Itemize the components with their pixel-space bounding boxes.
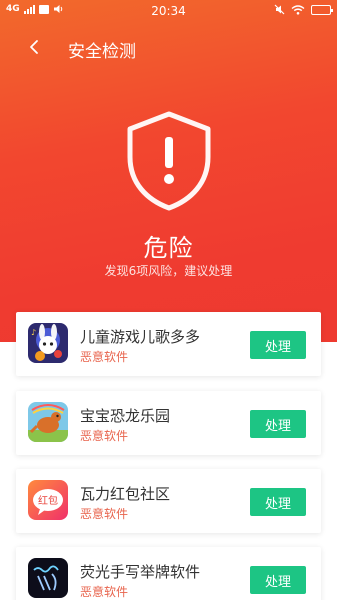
shield-warning-icon bbox=[124, 111, 214, 211]
malware-tag: 恶意软件 bbox=[80, 507, 129, 521]
status-right bbox=[274, 4, 333, 15]
risk-level-title: 危险 bbox=[143, 234, 194, 262]
handle-button[interactable]: 处理 bbox=[250, 410, 306, 438]
back-button[interactable] bbox=[20, 32, 48, 62]
malware-tag: 恶意软件 bbox=[80, 429, 129, 443]
dinosaur-app-icon bbox=[28, 402, 68, 442]
wifi-icon bbox=[291, 4, 305, 15]
list-item: ♪ 儿童游戏儿歌多多 恶意软件 处理 bbox=[16, 312, 321, 376]
malware-tag: 恶意软件 bbox=[80, 350, 129, 364]
mute-icon bbox=[274, 4, 285, 15]
app-name: 瓦力红包社区 bbox=[80, 485, 171, 503]
app-name: 儿童游戏儿歌多多 bbox=[80, 328, 201, 346]
handle-button[interactable]: 处理 bbox=[250, 331, 306, 359]
list-item: 荧光手写举牌软件 恶意软件 处理 bbox=[16, 547, 321, 600]
list-item: 宝宝恐龙乐园 恶意软件 处理 bbox=[16, 391, 321, 455]
app-name: 宝宝恐龙乐园 bbox=[80, 407, 171, 425]
handwriting-app-icon bbox=[28, 558, 68, 598]
app-name: 荧光手写举牌软件 bbox=[80, 563, 201, 581]
page-title: 安全检测 bbox=[68, 42, 136, 62]
kids-rabbit-app-icon: ♪ bbox=[28, 323, 68, 363]
handle-button[interactable]: 处理 bbox=[250, 566, 306, 594]
battery-icon bbox=[311, 4, 333, 15]
back-arrow-icon bbox=[30, 40, 38, 54]
list-item: 红包 瓦力红包社区 恶意软件 处理 bbox=[16, 469, 321, 533]
red-envelope-app-icon: 红包 bbox=[28, 480, 68, 520]
nav-bar: 安全检测 bbox=[0, 32, 337, 62]
svg-text:♪: ♪ bbox=[31, 328, 36, 337]
handle-button[interactable]: 处理 bbox=[250, 488, 306, 516]
risk-summary: 发现6项风险，建议处理 bbox=[104, 264, 233, 278]
status-bar: 4G 20:34 bbox=[0, 0, 337, 22]
malware-tag: 恶意软件 bbox=[80, 585, 129, 599]
svg-text:红包: 红包 bbox=[38, 494, 58, 507]
